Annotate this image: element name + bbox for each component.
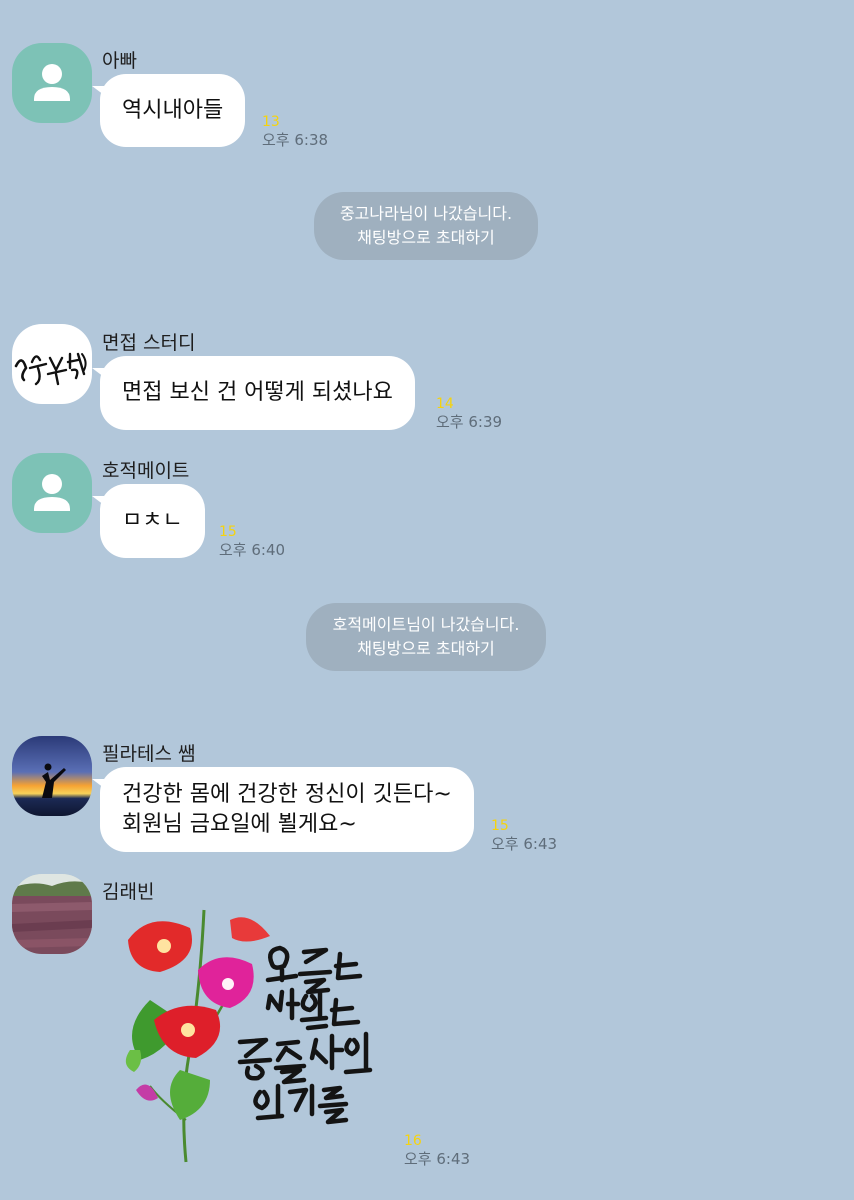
message-text-line: 건강한 몸에 건강한 정신이 깃든다~ xyxy=(122,781,452,807)
message-bubble[interactable]: 건강한 몸에 건강한 정신이 깃든다~ 회원님 금요일에 뵐게요~ xyxy=(92,767,474,852)
message-meta: 15 오후 6:43 xyxy=(491,818,557,854)
message-bubble[interactable]: 면접 보신 건 어떻게 되셨나요 xyxy=(92,356,415,430)
calligraphy-avatar-image xyxy=(14,352,87,386)
message-text-line: 회원님 금요일에 뵐게요~ xyxy=(122,811,357,837)
avatar[interactable] xyxy=(12,736,92,816)
system-message-text: 중고나라님이 나갔습니다. xyxy=(339,204,513,223)
sender-name: 호적메이트 xyxy=(102,460,190,482)
sender-name: 필라테스 쌤 xyxy=(102,743,196,765)
message-meta: 14 오후 6:39 xyxy=(436,396,502,432)
message-time: 오후 6:38 xyxy=(262,131,329,149)
flower-field-avatar xyxy=(12,874,92,954)
message-bubble[interactable]: 역시내아들 xyxy=(91,74,246,147)
default-profile-icon xyxy=(34,64,70,101)
unread-count: 14 xyxy=(436,396,454,412)
message-meta: 15 오후 6:40 xyxy=(219,524,285,560)
invite-link[interactable]: 채팅방으로 초대하기 xyxy=(306,637,546,661)
morning-glory-sticker[interactable] xyxy=(120,900,400,1170)
message-time: 오후 6:40 xyxy=(219,541,286,559)
avatar[interactable] xyxy=(12,874,92,954)
message-text: ㅁㅊㄴ xyxy=(122,508,183,533)
message-time: 오후 6:43 xyxy=(404,1150,471,1168)
sender-name: 면접 스터디 xyxy=(102,332,196,354)
message-bubble[interactable]: ㅁㅊㄴ xyxy=(92,484,205,558)
avatar[interactable] xyxy=(12,43,92,123)
unread-count: 15 xyxy=(219,524,237,540)
system-message-text: 호적메이트님이 나갔습니다. xyxy=(332,615,520,634)
unread-count: 15 xyxy=(491,818,509,834)
message-text: 면접 보신 건 어떻게 되셨나요 xyxy=(122,380,393,405)
message-time: 오후 6:43 xyxy=(491,835,558,853)
message-meta: 13 오후 6:38 xyxy=(262,114,328,150)
morning-glory-sticker-image xyxy=(125,909,373,1163)
default-profile-icon xyxy=(34,474,70,511)
unread-count: 16 xyxy=(404,1133,422,1149)
system-message: 호적메이트님이 나갔습니다. 채팅방으로 초대하기 xyxy=(306,603,546,671)
invite-link[interactable]: 채팅방으로 초대하기 xyxy=(314,226,538,250)
message-time: 오후 6:39 xyxy=(436,413,503,431)
avatar[interactable] xyxy=(12,324,92,404)
unread-count: 13 xyxy=(262,114,280,130)
system-message: 중고나라님이 나갔습니다. 채팅방으로 초대하기 xyxy=(314,192,538,260)
avatar[interactable] xyxy=(12,453,92,533)
message-text: 역시내아들 xyxy=(122,97,224,123)
yoga-sunset-avatar xyxy=(12,736,92,816)
sender-name: 아빠 xyxy=(102,50,137,72)
message-meta: 16 오후 6:43 xyxy=(404,1133,470,1169)
